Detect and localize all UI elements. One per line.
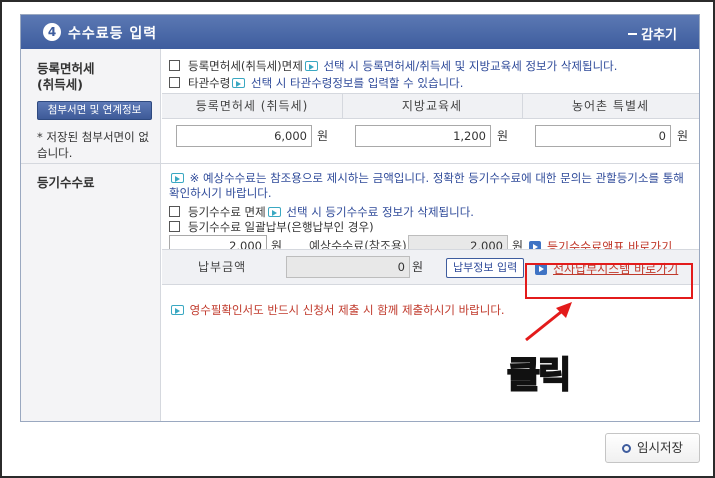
column-registration-tax: 등록면허세 (취득세) (195, 99, 309, 113)
temp-save-label: 임시저장 (636, 440, 683, 455)
other-jurisdiction-row: 타관수령 선택 시 타관수령정보를 입력할 수 있습니다. (169, 76, 463, 90)
bulk-payment-label: 등기수수료 일괄납부(은행납부인 경우) (188, 220, 374, 234)
saved-attachment-note: * 저장된 첨부서면이 없습니다. (37, 130, 149, 160)
registry-fee-notice: ※ 예상수수료는 참조용으로 제시하는 금액입니다. 정확한 등기수수료에 대한… (169, 171, 697, 201)
registration-tax-title-line1: 등록면허세 (37, 61, 95, 76)
fee-exempt-row: 등기수수료 면제 선택 시 등기수수료 정보가 삭제됩니다. (169, 205, 474, 219)
registry-fee-title: 등기수수료 (37, 175, 95, 190)
payment-amount-label: 납부금액 (198, 260, 247, 274)
column-education-tax: 지방교육세 (401, 99, 463, 113)
fee-exempt-checkbox[interactable] (169, 206, 180, 217)
arrow-icon (171, 305, 184, 315)
section-divider (21, 163, 699, 164)
fee-exempt-label: 등기수수료 면제 (188, 205, 266, 219)
registration-tax-input[interactable]: 6,000 (176, 125, 312, 147)
highlight-box (525, 263, 693, 299)
red-arrow-annotation (525, 302, 572, 342)
unit-label: 원 (497, 129, 509, 143)
arrow-icon (304, 61, 318, 71)
column-rural-tax: 농어촌 특별세 (571, 99, 650, 113)
tax-exempt-note: 선택 시 등록면허세/취득세 및 지방교육세 정보가 삭제됩니다. (323, 59, 618, 73)
minus-icon (628, 32, 638, 35)
section-header: 4 수수료등 입력 감추기 (21, 15, 699, 49)
registration-tax-title-line2: (취득세) (37, 77, 83, 92)
other-jurisdiction-checkbox[interactable] (169, 77, 180, 88)
receipt-note-text: 영수필확인서도 반드시 신청서 제출 시 함께 제출하시기 바랍니다. (189, 303, 505, 317)
collapse-button[interactable]: 감추기 (628, 24, 677, 43)
circle-icon (621, 444, 631, 453)
payment-amount-input: 0 (286, 256, 410, 278)
click-annotation: 클릭 (506, 354, 572, 397)
tax-exempt-row: 등록면허세(취득세)면제 선택 시 등록면허세/취득세 및 지방교육세 정보가 … (169, 59, 617, 73)
rural-tax-input[interactable]: 0 (535, 125, 671, 147)
arrow-icon (267, 207, 281, 217)
temp-save-button[interactable]: 임시저장 (605, 433, 700, 463)
saved-attachment-text: 저장된 첨부서면이 없습니다. (37, 130, 149, 160)
tax-table-header: 등록면허세 (취득세) 지방교육세 농어촌 특별세 (162, 93, 699, 119)
tax-exempt-label: 등록면허세(취득세)면제 (188, 59, 303, 73)
unit-label: 원 (677, 129, 689, 143)
fee-exempt-note: 선택 시 등기수수료 정보가 삭제됩니다. (286, 205, 474, 219)
unit-label: 원 (317, 129, 329, 143)
attachment-link-button[interactable]: 첨부서면 및 연계정보 (37, 101, 152, 120)
other-jurisdiction-note: 선택 시 타관수령정보를 입력할 수 있습니다. (250, 76, 464, 90)
bulk-payment-row: 등기수수료 일괄납부(은행납부인 경우) (169, 220, 374, 234)
bulk-payment-checkbox[interactable] (169, 221, 180, 232)
registration-tax-title: 등록면허세 (취득세) (37, 61, 95, 93)
payment-info-button[interactable]: 납부정보 입력 (446, 258, 525, 278)
unit-label: 원 (412, 260, 424, 274)
collapse-label: 감추기 (641, 28, 677, 43)
receipt-note-row: 영수필확인서도 반드시 신청서 제출 시 함께 제출하시기 바랍니다. (169, 303, 505, 317)
tax-exempt-checkbox[interactable] (169, 60, 180, 71)
step-number-badge: 4 (43, 23, 61, 41)
education-tax-input[interactable]: 1,200 (355, 125, 491, 147)
registry-fee-notice-text: ※ 예상수수료는 참조용으로 제시하는 금액입니다. 정확한 등기수수료에 대한… (169, 171, 684, 200)
other-jurisdiction-label: 타관수령 (188, 76, 231, 90)
fee-input-panel: 4 수수료등 입력 감추기 등록면허세 (취득세) 첨부서면 및 연계정보 * … (20, 14, 700, 422)
arrow-icon (232, 78, 246, 88)
section-title: 수수료등 입력 (68, 26, 158, 42)
arrow-icon (171, 173, 184, 183)
